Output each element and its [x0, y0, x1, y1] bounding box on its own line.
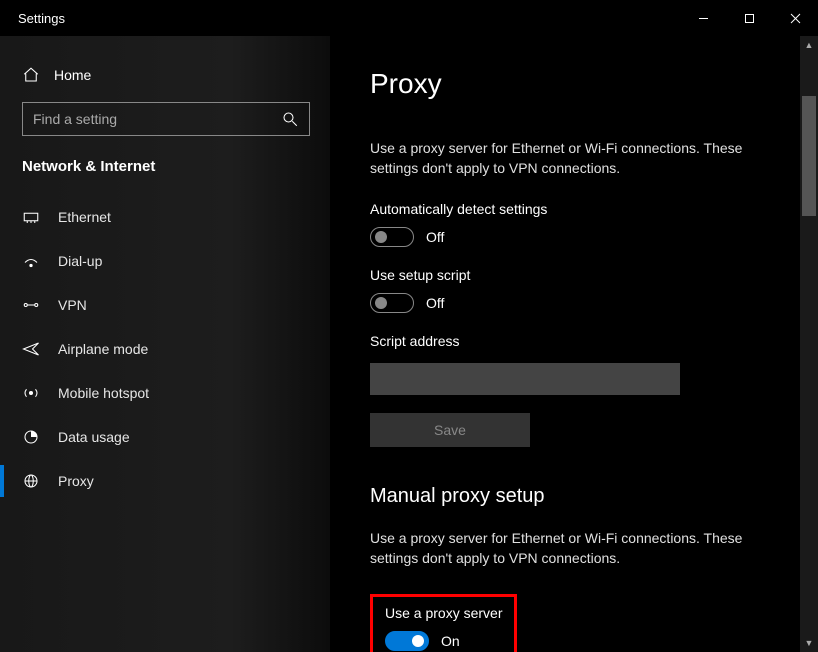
scroll-up-arrow[interactable]: ▲ [800, 36, 818, 54]
sidebar-item-label: Dial-up [58, 253, 102, 269]
sidebar-item-label: Proxy [58, 473, 94, 489]
manual-proxy-description: Use a proxy server for Ethernet or Wi-Fi… [370, 528, 778, 569]
proxy-icon [22, 472, 40, 490]
window-title: Settings [18, 11, 65, 26]
sidebar-item-hotspot[interactable]: Mobile hotspot [14, 371, 318, 415]
sidebar-item-datausage[interactable]: Data usage [14, 415, 318, 459]
use-script-label: Use setup script [370, 267, 778, 283]
content-pane: Proxy Use a proxy server for Ethernet or… [330, 36, 818, 652]
use-proxy-state: On [441, 633, 460, 649]
sidebar-item-dialup[interactable]: Dial-up [14, 239, 318, 283]
sidebar-item-label: Airplane mode [58, 341, 148, 357]
category-heading: Network & Internet [14, 158, 318, 195]
use-proxy-label: Use a proxy server [377, 605, 502, 621]
airplane-icon [22, 340, 40, 358]
sidebar-item-proxy[interactable]: Proxy [14, 459, 318, 503]
datausage-icon [22, 428, 40, 446]
sidebar-item-ethernet[interactable]: Ethernet [14, 195, 318, 239]
sidebar-item-airplane[interactable]: Airplane mode [14, 327, 318, 371]
use-script-state: Off [426, 295, 444, 311]
search-input[interactable] [33, 111, 281, 127]
vertical-scrollbar[interactable]: ▲ ▼ [800, 36, 818, 652]
home-link[interactable]: Home [14, 58, 318, 102]
maximize-button[interactable] [726, 2, 772, 34]
sidebar-item-label: Ethernet [58, 209, 111, 225]
auto-proxy-description: Use a proxy server for Ethernet or Wi-Fi… [370, 138, 778, 179]
dialup-icon [22, 252, 40, 270]
highlight-annotation: Use a proxy server On [370, 594, 517, 652]
window-controls [680, 2, 818, 34]
home-label: Home [54, 67, 91, 83]
search-icon [281, 110, 299, 128]
home-icon [22, 66, 40, 84]
title-bar: Settings [0, 0, 818, 36]
ethernet-icon [22, 208, 40, 226]
script-address-label: Script address [370, 333, 778, 349]
manual-setup-heading: Manual proxy setup [370, 485, 778, 508]
auto-detect-toggle[interactable] [370, 227, 414, 247]
save-button[interactable]: Save [370, 413, 530, 447]
vpn-icon [22, 296, 40, 314]
scroll-thumb[interactable] [802, 96, 816, 216]
sidebar-item-label: Data usage [58, 429, 130, 445]
sidebar: Home Network & Internet Ethernet Dial-up… [0, 36, 330, 652]
auto-detect-state: Off [426, 229, 444, 245]
search-box[interactable] [22, 102, 310, 136]
auto-detect-label: Automatically detect settings [370, 201, 778, 217]
use-proxy-toggle[interactable] [385, 631, 429, 651]
script-address-input[interactable] [370, 363, 680, 395]
scroll-down-arrow[interactable]: ▼ [800, 634, 818, 652]
minimize-button[interactable] [680, 2, 726, 34]
page-title: Proxy [370, 68, 778, 100]
hotspot-icon [22, 384, 40, 402]
sidebar-item-label: VPN [58, 297, 87, 313]
sidebar-item-label: Mobile hotspot [58, 385, 149, 401]
use-script-toggle[interactable] [370, 293, 414, 313]
close-button[interactable] [772, 2, 818, 34]
sidebar-item-vpn[interactable]: VPN [14, 283, 318, 327]
